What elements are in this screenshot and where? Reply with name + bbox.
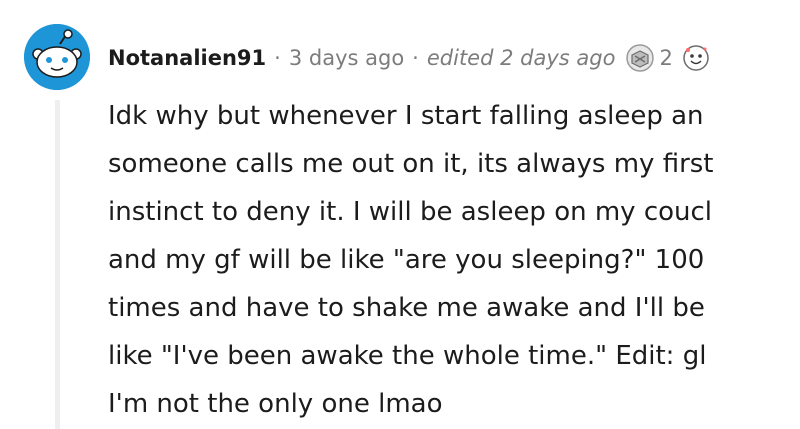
- comment-line: I'm not the only one lmao: [108, 389, 443, 419]
- comment-line: instinct to deny it. I will be asleep on…: [108, 197, 713, 227]
- timestamp[interactable]: 3 days ago: [289, 46, 404, 70]
- separator-dot: ·: [274, 46, 281, 70]
- comment-line: and my gf will be like "are you sleeping…: [108, 245, 705, 275]
- separator-dot: ·: [412, 46, 419, 70]
- thread-line[interactable]: [55, 100, 60, 429]
- comment-line: like "I've been awake the whole time." E…: [108, 341, 707, 371]
- wholesome-face-award-icon: [683, 45, 709, 71]
- comment: Notanalien91 · 3 days ago · edited 2 day…: [0, 0, 800, 429]
- edited-timestamp: edited 2 days ago: [426, 46, 616, 70]
- author-name[interactable]: Notanalien91: [108, 46, 266, 70]
- comment-meta: Notanalien91 · 3 days ago · edited 2 day…: [108, 38, 711, 78]
- comment-line: times and have to shake me awake and I'l…: [108, 293, 705, 323]
- comment-line: someone calls me out on it, its always m…: [108, 149, 714, 179]
- comment-line: Idk why but whenever I start falling asl…: [108, 101, 704, 131]
- award-badge[interactable]: 2: [625, 43, 673, 73]
- helpful-hug-award-icon: [626, 44, 655, 72]
- award-badge[interactable]: [681, 43, 711, 73]
- comment-body: Idk why but whenever I start falling asl…: [108, 92, 768, 428]
- award-count: 2: [659, 46, 673, 70]
- avatar[interactable]: [24, 24, 90, 90]
- snoo-avatar-icon: [24, 24, 90, 90]
